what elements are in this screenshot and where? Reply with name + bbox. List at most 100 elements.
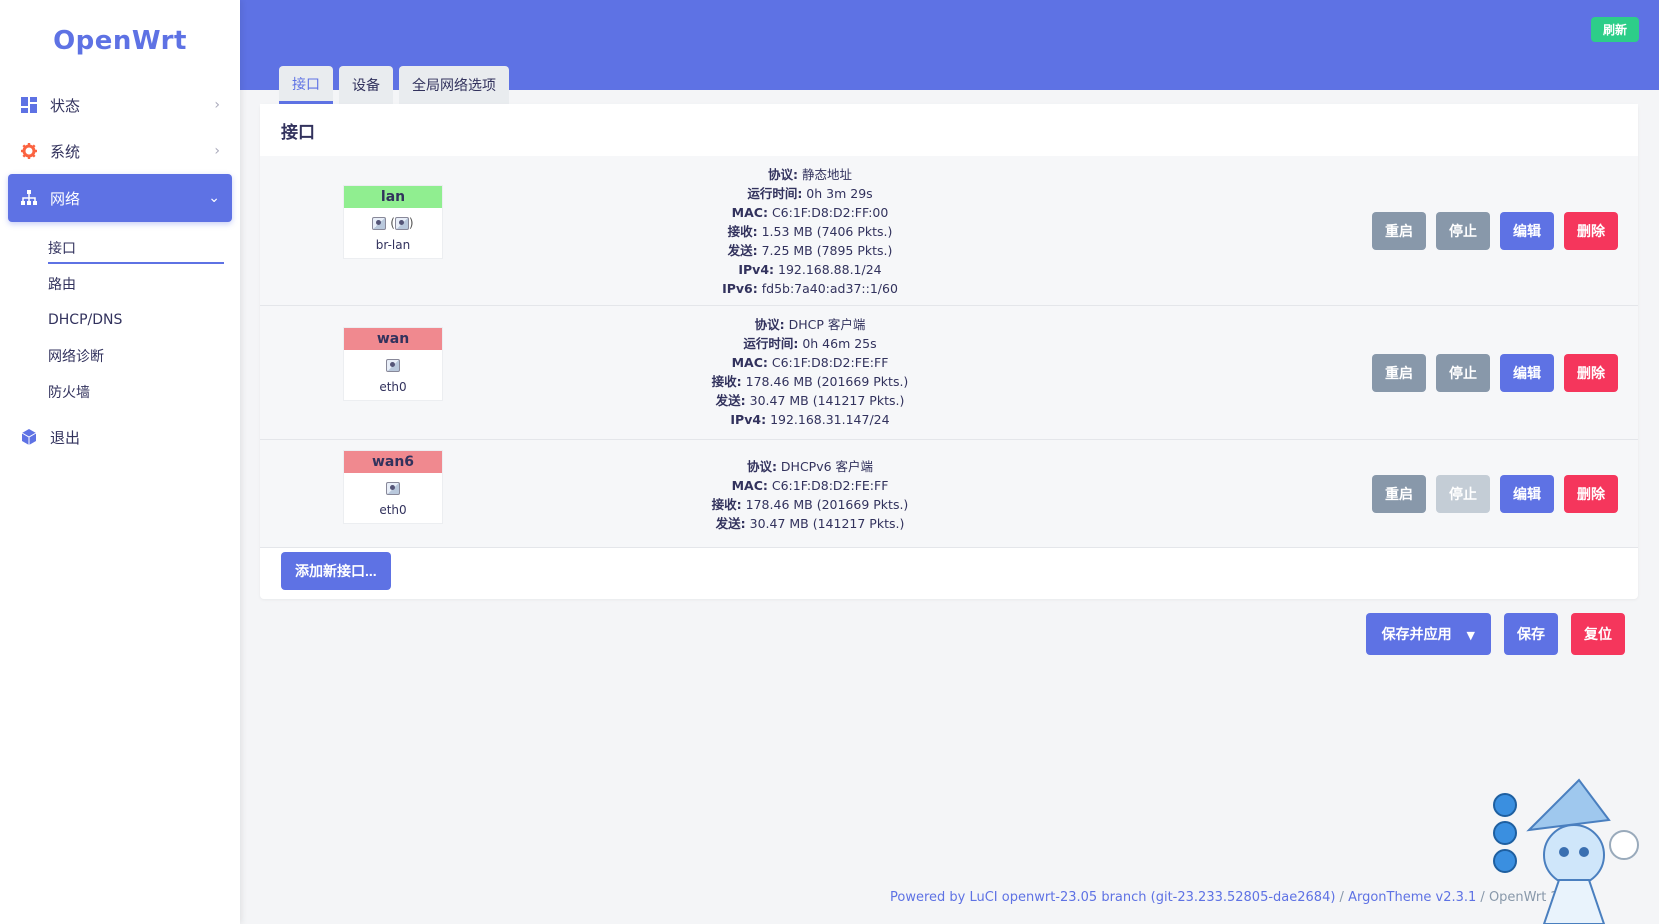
- tx-label: 发送:: [715, 516, 746, 531]
- uptime-label: 运行时间:: [747, 186, 803, 201]
- mac-label: MAC:: [731, 205, 768, 220]
- stop-button: 停止: [1436, 475, 1490, 513]
- rx-label: 接收:: [711, 497, 742, 512]
- tx-label: 发送:: [715, 393, 746, 408]
- stop-button[interactable]: 停止: [1436, 354, 1490, 392]
- luci-link[interactable]: Powered by LuCI openwrt-23.05 branch (gi…: [890, 890, 1335, 905]
- sidebar-item-label: 网络: [50, 189, 81, 208]
- cube-icon: [20, 428, 38, 446]
- sidebar-item-label: 状态: [50, 96, 81, 115]
- save-apply-button[interactable]: 保存并应用 ▼: [1365, 613, 1491, 655]
- submenu-item-interfaces[interactable]: 接口: [0, 230, 240, 266]
- page-actions: 保存并应用 ▼ 保存 复位: [1365, 613, 1625, 655]
- sidebar-item-label: 系统: [50, 142, 81, 161]
- rx-value: 1.53 MB (7406 Pkts.): [761, 224, 893, 239]
- submenu-item-routes[interactable]: 路由: [0, 266, 240, 302]
- network-submenu: 接口 路由 DHCP/DNS 网络诊断 防火墙: [0, 230, 240, 410]
- restart-button[interactable]: 重启: [1372, 354, 1426, 392]
- delete-button[interactable]: 删除: [1564, 354, 1618, 392]
- bridge-icon: [372, 217, 387, 230]
- sidebar-item-label: 退出: [50, 428, 81, 447]
- sidebar-item-system[interactable]: 系统 ›: [8, 128, 232, 174]
- interface-device: eth0: [379, 380, 407, 394]
- footer-separator: /: [1476, 890, 1489, 905]
- chevron-down-icon: ⌄: [208, 190, 220, 206]
- tx-value: 7.25 MB (7895 Pkts.): [761, 243, 893, 258]
- proto-label: 协议:: [754, 317, 785, 332]
- interface-info: 协议: 静态地址 运行时间: 0h 3m 29s MAC: C6:1F:D8:D…: [660, 165, 960, 298]
- proto-value: 静态地址: [801, 167, 852, 182]
- restart-button[interactable]: 重启: [1372, 475, 1426, 513]
- page-footer: Powered by LuCI openwrt-23.05 branch (gi…: [890, 890, 1567, 905]
- ipv4-value: 192.168.88.1/24: [778, 262, 882, 277]
- uptime-label: 运行时间:: [743, 336, 799, 351]
- tx-value: 30.47 MB (141217 Pkts.): [749, 516, 905, 531]
- chevron-right-icon: ›: [214, 97, 220, 113]
- dashboard-icon: [20, 96, 38, 114]
- tab-bar: 接口 设备 全局网络选项: [279, 66, 509, 104]
- restart-button[interactable]: 重启: [1372, 212, 1426, 250]
- table-row: wan eth0 协议: DHCP 客户端 运行时间: 0h 46m 25s M…: [260, 306, 1638, 440]
- edit-button[interactable]: 编辑: [1500, 354, 1554, 392]
- interface-device: eth0: [379, 503, 407, 517]
- interface-info: 协议: DHCPv6 客户端 MAC: C6:1F:D8:D2:FE:FF 接收…: [660, 457, 960, 533]
- sidebar-item-logout[interactable]: 退出: [8, 414, 232, 460]
- interface-badge[interactable]: wan6 eth0: [343, 450, 443, 524]
- edit-button[interactable]: 编辑: [1500, 475, 1554, 513]
- interface-info: 协议: DHCP 客户端 运行时间: 0h 46m 25s MAC: C6:1F…: [660, 315, 960, 429]
- ethernet-port-icon: [394, 217, 409, 230]
- device-icons: [344, 358, 442, 376]
- tab-interfaces[interactable]: 接口: [279, 66, 333, 104]
- row-actions: 重启 停止 编辑 删除: [1372, 475, 1618, 513]
- openwrt-logo[interactable]: OpenWrt: [0, 0, 240, 82]
- interface-badge[interactable]: lan () br-lan: [343, 185, 443, 259]
- theme-link[interactable]: ArgonTheme v2.3.1: [1348, 890, 1476, 905]
- interfaces-panel: 接口 lan () br-lan 协议: 静态地址 运行时间: 0h 3m 29…: [260, 104, 1638, 599]
- add-interface-button[interactable]: 添加新接口...: [281, 552, 391, 590]
- save-apply-label: 保存并应用: [1381, 627, 1452, 643]
- ethernet-port-icon: [386, 482, 400, 495]
- bridge-device-icons: (): [344, 216, 442, 234]
- table-row: lan () br-lan 协议: 静态地址 运行时间: 0h 3m 29s M…: [260, 156, 1638, 306]
- rx-label: 接收:: [711, 374, 742, 389]
- tx-label: 发送:: [727, 243, 758, 258]
- tx-value: 30.47 MB (141217 Pkts.): [749, 393, 905, 408]
- uptime-value: 0h 46m 25s: [802, 336, 877, 351]
- submenu-item-dhcp-dns[interactable]: DHCP/DNS: [0, 302, 240, 338]
- gear-icon: [20, 142, 38, 160]
- sidebar-item-network[interactable]: 网络 ⌄: [8, 174, 232, 222]
- ipv6-value: fd5b:7a40:ad37::1/60: [761, 281, 898, 296]
- ethernet-port-icon: [386, 359, 400, 372]
- device-icons: [344, 481, 442, 499]
- row-actions: 重启 停止 编辑 删除: [1372, 212, 1618, 250]
- chevron-right-icon: ›: [214, 143, 220, 159]
- delete-button[interactable]: 删除: [1564, 212, 1618, 250]
- delete-button[interactable]: 删除: [1564, 475, 1618, 513]
- proto-label: 协议:: [746, 459, 777, 474]
- interface-device: br-lan: [375, 238, 411, 252]
- mac-value: C6:1F:D8:D2:FE:FF: [771, 478, 889, 493]
- sidebar: OpenWrt 状态 › 系统 › 网络 ⌄ 接口 路由 DHCP/DNS 网络: [0, 0, 240, 924]
- footer-separator: /: [1335, 890, 1349, 905]
- stop-button[interactable]: 停止: [1436, 212, 1490, 250]
- interface-badge[interactable]: wan eth0: [343, 327, 443, 401]
- save-button[interactable]: 保存: [1504, 613, 1558, 655]
- edit-button[interactable]: 编辑: [1500, 212, 1554, 250]
- tab-devices[interactable]: 设备: [339, 66, 393, 104]
- ipv4-label: IPv4:: [730, 412, 767, 427]
- submenu-item-firewall[interactable]: 防火墙: [0, 374, 240, 410]
- proto-label: 协议:: [768, 167, 798, 182]
- proto-value: DHCPv6 客户端: [780, 459, 874, 474]
- mascot-illustration: [1493, 778, 1639, 924]
- sidebar-item-status[interactable]: 状态 ›: [8, 82, 232, 128]
- mac-label: MAC:: [731, 355, 768, 370]
- main-menu: 状态 › 系统 › 网络 ⌄: [0, 82, 240, 222]
- dropdown-caret-icon[interactable]: ▼: [1467, 629, 1475, 642]
- tab-global-options[interactable]: 全局网络选项: [399, 66, 509, 104]
- reset-button[interactable]: 复位: [1571, 613, 1625, 655]
- main-menu-bottom: 退出: [0, 414, 240, 460]
- submenu-item-diagnostics[interactable]: 网络诊断: [0, 338, 240, 374]
- table-row: wan6 eth0 协议: DHCPv6 客户端 MAC: C6:1F:D8:D…: [260, 440, 1638, 548]
- uptime-value: 0h 3m 29s: [806, 186, 873, 201]
- refresh-button[interactable]: 刷新: [1590, 17, 1639, 42]
